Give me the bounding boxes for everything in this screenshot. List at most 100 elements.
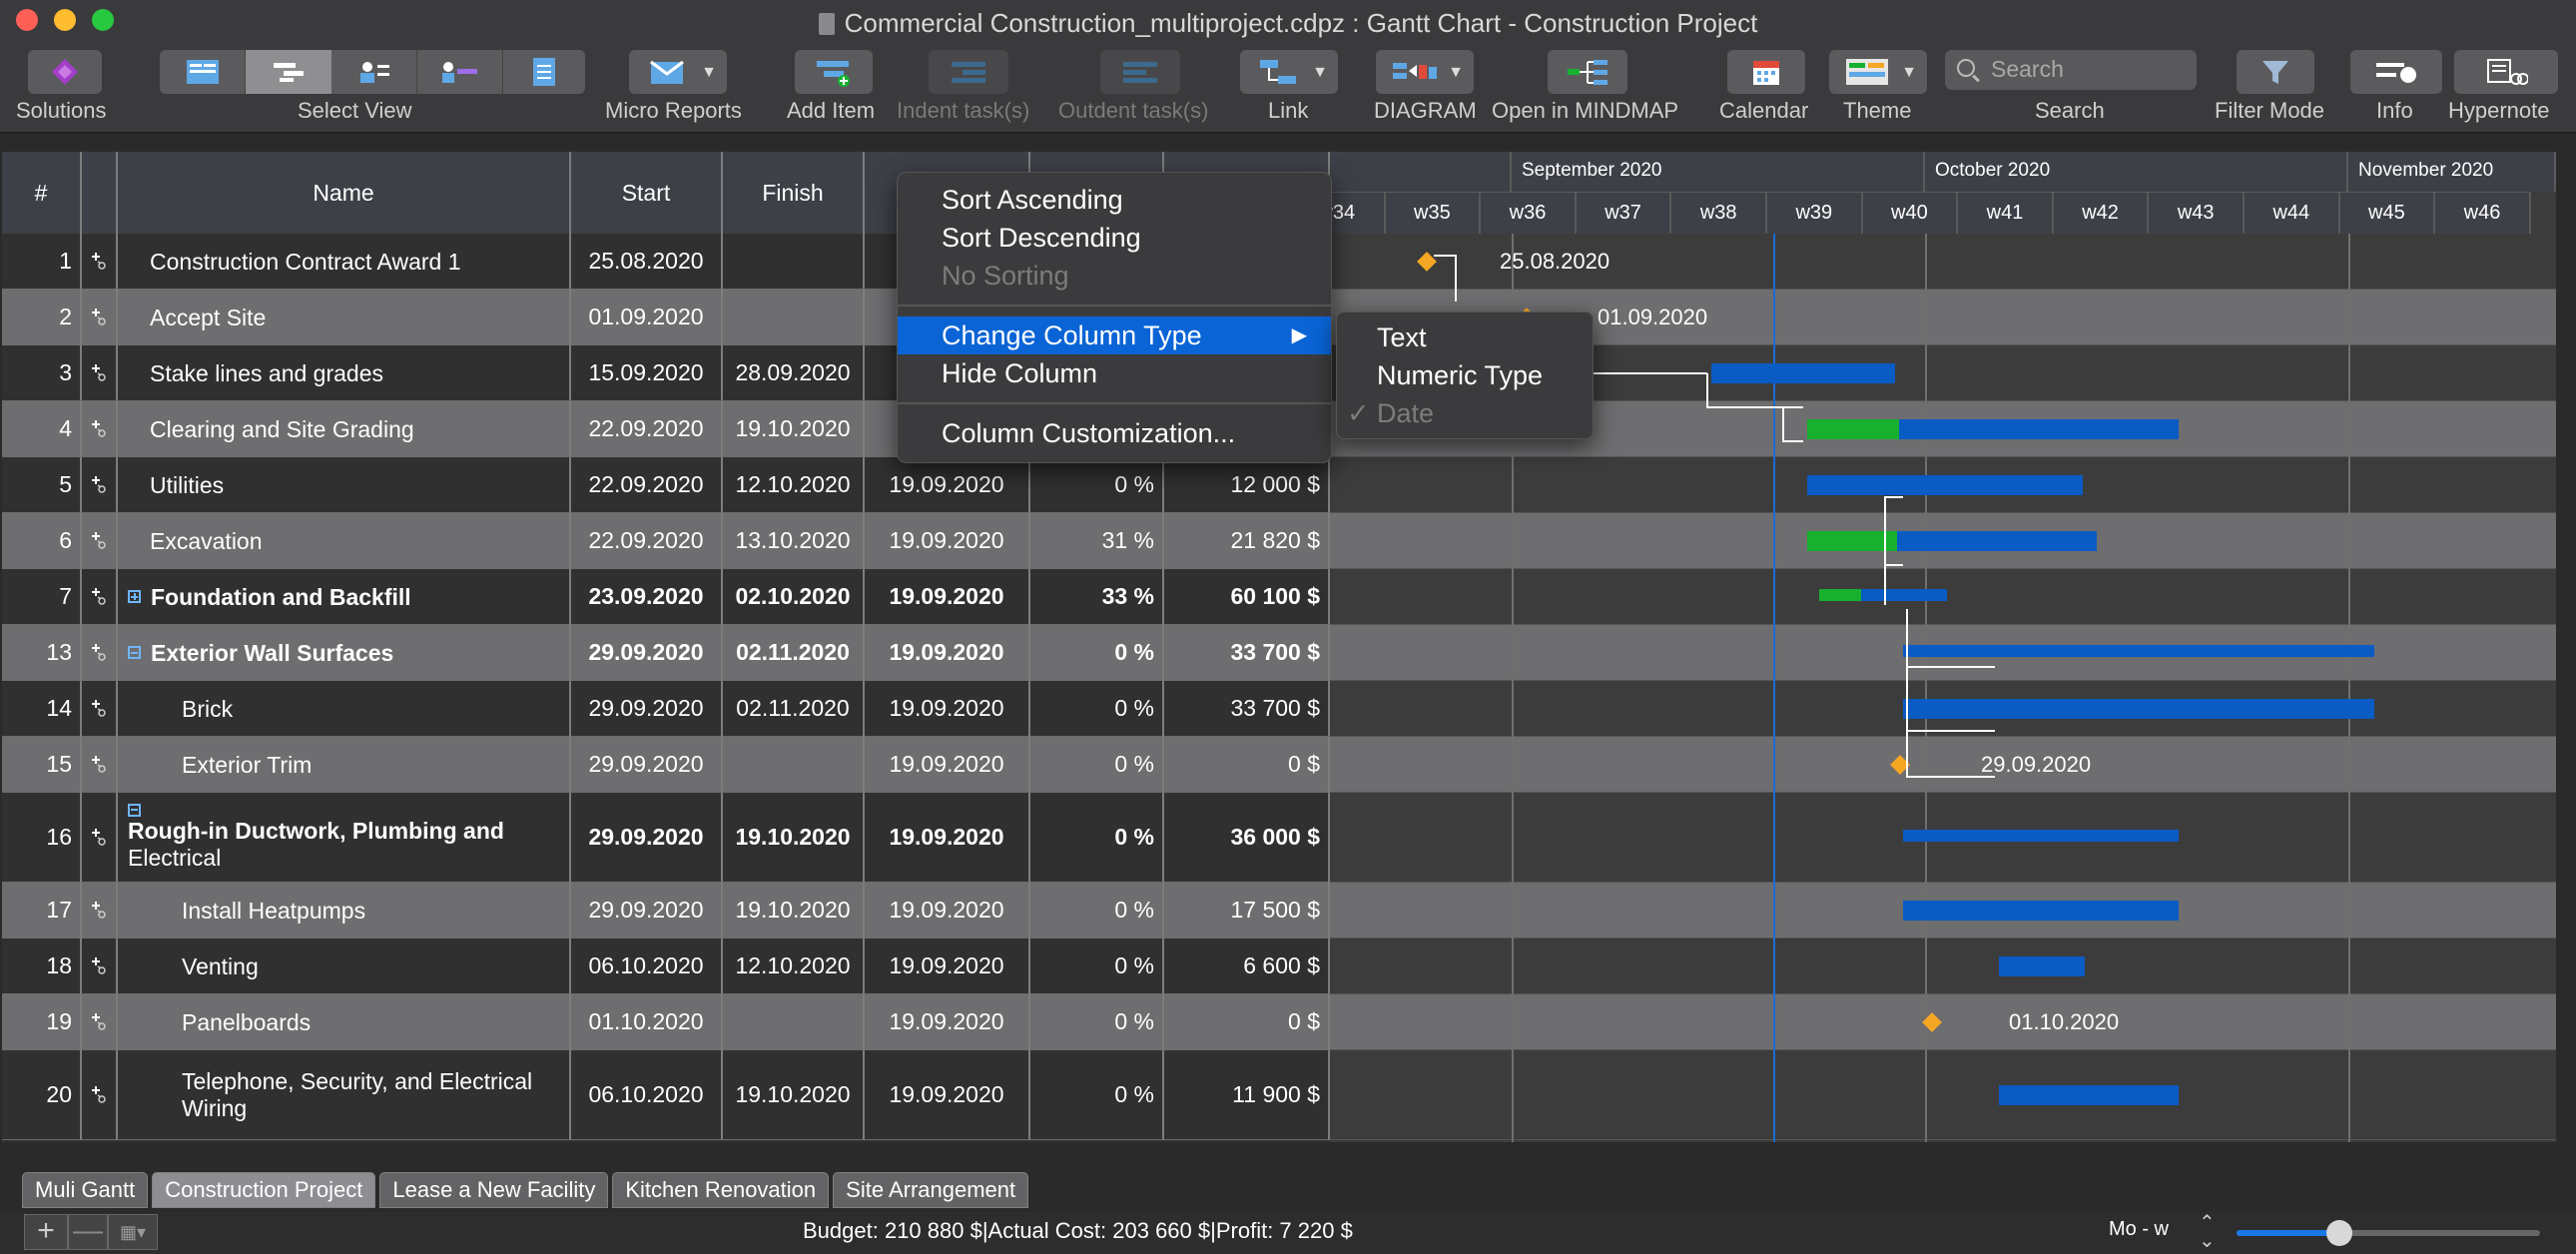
task-name: Panelboards xyxy=(118,994,571,1050)
task-finish xyxy=(723,994,865,1050)
tab-lease-a-new-facility[interactable]: Lease a New Facility xyxy=(379,1172,609,1208)
sort-descending-menu-item[interactable]: Sort Descending xyxy=(898,219,1331,257)
tab-options-button[interactable]: ▦▾ xyxy=(108,1214,158,1250)
tab-kitchen-renovation[interactable]: Kitchen Renovation xyxy=(612,1172,830,1208)
collapse-icon[interactable] xyxy=(128,646,141,659)
table-row[interactable]: 15 Exterior Trim 29.09.2020 19.09.2020 0 % 0 … xyxy=(2,737,1330,793)
info-icon xyxy=(2376,63,2416,83)
search-input[interactable]: Search xyxy=(1945,50,2197,90)
row-number: 15 xyxy=(2,737,82,793)
row-type-icon xyxy=(82,994,118,1050)
view-report-icon[interactable] xyxy=(503,50,585,94)
task-start: 06.10.2020 xyxy=(571,1050,723,1140)
project-tabs: Muli Gantt Construction Project Lease a Ne… xyxy=(22,1172,1032,1208)
view-gantt-selected-icon[interactable] xyxy=(246,50,331,94)
row-type-icon xyxy=(82,737,118,793)
task-start: 29.09.2020 xyxy=(571,737,723,793)
theme-button[interactable]: ▼ xyxy=(1829,50,1927,94)
calendar-icon xyxy=(1753,61,1779,85)
column-header-finish[interactable]: Finish xyxy=(723,152,865,234)
task-name-text: Clearing and Site Grading xyxy=(150,415,414,442)
task-name-text: Exterior Wall Surfaces xyxy=(151,639,394,666)
micro-reports-icon xyxy=(650,60,684,84)
remove-tab-button[interactable]: — xyxy=(68,1214,108,1250)
change-column-type-label: Change Column Type xyxy=(942,320,1202,350)
view-resources-icon[interactable] xyxy=(331,50,417,94)
column-header-name[interactable]: Name xyxy=(118,152,571,234)
zoom-slider[interactable] xyxy=(2237,1220,2540,1246)
calendar-label: Calendar xyxy=(1719,98,1809,123)
zoom-slider-knob[interactable] xyxy=(2326,1220,2353,1246)
task-finish: 28.09.2020 xyxy=(723,345,865,401)
task-cost: 6 600 $ xyxy=(1164,939,1330,994)
view-resource-usage-icon[interactable] xyxy=(417,50,503,94)
expand-icon[interactable] xyxy=(128,590,141,603)
link-button[interactable]: ▼ xyxy=(1240,50,1338,94)
row-type-icon xyxy=(82,569,118,625)
task-complete: 0 % xyxy=(1030,793,1164,883)
diagram-button[interactable]: ▼ xyxy=(1376,50,1474,94)
numeric-type-menu-item[interactable]: Numeric Type xyxy=(1337,356,1593,394)
link-icon xyxy=(1260,60,1296,84)
table-row[interactable]: 16 Rough-in Ductwork, Plumbing and Electri… xyxy=(2,793,1330,883)
select-view-label: Select View xyxy=(298,98,412,123)
table-row[interactable]: 13 Exterior Wall Surfaces 29.09.2020 02.11.… xyxy=(2,625,1330,681)
column-header-number[interactable]: # xyxy=(2,152,82,234)
table-row[interactable]: 20 Telephone, Security, and Electrical Wir… xyxy=(2,1050,1330,1140)
tab-construction-project[interactable]: Construction Project xyxy=(152,1172,376,1208)
task-complete: 0 % xyxy=(1030,1050,1164,1140)
task-name-text: Panelboards xyxy=(182,1008,312,1035)
row-type-icon xyxy=(82,290,118,345)
row-number: 18 xyxy=(2,939,82,994)
task-link-icon xyxy=(92,1085,106,1103)
add-item-button[interactable] xyxy=(795,50,873,94)
calendar-button[interactable] xyxy=(1727,50,1805,94)
table-row[interactable]: 6 Excavation 22.09.2020 13.10.2020 19.09.202… xyxy=(2,513,1330,569)
select-view-group xyxy=(160,50,585,94)
solutions-button[interactable] xyxy=(28,50,102,94)
task-finish: 13.10.2020 xyxy=(723,513,865,569)
table-row[interactable]: 18 Venting 06.10.2020 12.10.2020 19.09.2020 0… xyxy=(2,939,1330,994)
task-finish xyxy=(723,234,865,290)
column-customization-menu-item[interactable]: Column Customization... xyxy=(898,414,1331,452)
search-label: Search xyxy=(2035,98,2105,123)
column-header-start[interactable]: Start xyxy=(571,152,723,234)
filter-mode-button[interactable] xyxy=(2237,50,2314,94)
task-link-icon xyxy=(92,252,106,270)
task-name: Exterior Trim xyxy=(118,737,571,793)
task-cost: 11 900 $ xyxy=(1164,1050,1330,1140)
task-name-text-line2: Wiring xyxy=(182,1095,248,1121)
task-link-icon xyxy=(92,699,106,717)
menu-separator xyxy=(898,305,1331,307)
row-number: 7 xyxy=(2,569,82,625)
outdent-button[interactable] xyxy=(1100,50,1180,94)
task-start: 23.09.2020 xyxy=(571,569,723,625)
text-type-menu-item[interactable]: Text xyxy=(1337,318,1593,356)
indent-button[interactable] xyxy=(929,50,1008,94)
window-title: Commercial Construction_multiproject.cdp… xyxy=(0,8,2576,39)
zoom-stepper[interactable]: ⌃ ⌄ xyxy=(2199,1213,2216,1251)
table-row[interactable]: 14 Brick 29.09.2020 02.11.2020 19.09.2020 0 %… xyxy=(2,681,1330,737)
table-row[interactable]: 5 Utilities 22.09.2020 12.10.2020 19.09.2020… xyxy=(2,457,1330,513)
add-tab-button[interactable]: + xyxy=(24,1214,68,1250)
open-mindmap-button[interactable] xyxy=(1548,50,1627,94)
column-header-icons[interactable] xyxy=(82,152,118,234)
micro-reports-button[interactable]: ▼ xyxy=(629,50,727,94)
hide-column-menu-item[interactable]: Hide Column xyxy=(898,354,1331,392)
indent-label: Indent task(s) xyxy=(897,98,1030,123)
sort-ascending-menu-item[interactable]: Sort Ascending xyxy=(898,181,1331,219)
tab-muli-gantt[interactable]: Muli Gantt xyxy=(22,1172,149,1208)
hypernote-button[interactable] xyxy=(2454,50,2558,94)
task-complete: 0 % xyxy=(1030,681,1164,737)
zoom-slider-fill xyxy=(2237,1230,2340,1236)
info-button[interactable] xyxy=(2350,50,2442,94)
tab-site-arrangement[interactable]: Site Arrangement xyxy=(833,1172,1029,1208)
collapse-icon[interactable] xyxy=(128,803,141,817)
table-row[interactable]: 19 Panelboards 01.10.2020 19.09.2020 0 % 0 $ xyxy=(2,994,1330,1050)
view-gantt-icon[interactable] xyxy=(160,50,246,94)
column-context-menu: Sort Ascending Sort Descending No Sortin… xyxy=(897,172,1332,463)
task-name: Excavation xyxy=(118,513,571,569)
table-row[interactable]: 17 Install Heatpumps 29.09.2020 19.10.2020 1… xyxy=(2,883,1330,939)
change-column-type-menu-item[interactable]: Change Column Type ▶ xyxy=(898,316,1331,354)
table-row[interactable]: 7 Foundation and Backfill 23.09.2020 02.10.… xyxy=(2,569,1330,625)
